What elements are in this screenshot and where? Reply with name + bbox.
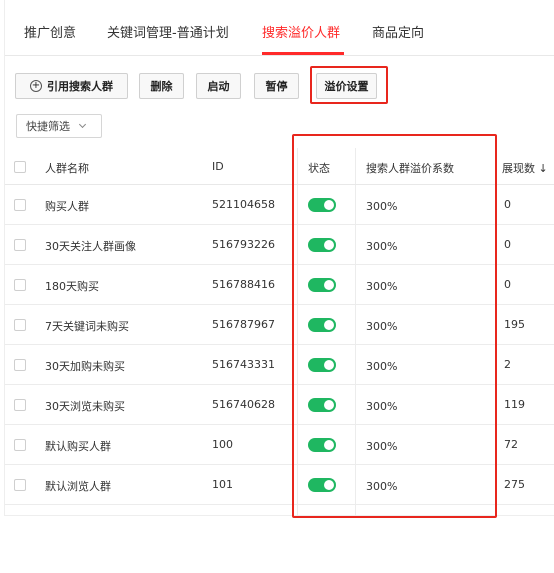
pause-button[interactable]: 暂停 [254, 73, 299, 99]
row-checkbox[interactable] [14, 439, 26, 451]
impressions-count: 0 [504, 278, 511, 291]
impressions-count: 195 [504, 318, 525, 331]
select-all-checkbox[interactable] [14, 161, 26, 173]
impressions-count: 72 [504, 438, 518, 451]
header-crowd-name: 人群名称 [45, 162, 89, 175]
crowd-name: 180天购买 [45, 280, 99, 293]
chevron-down-icon [78, 120, 87, 129]
plus-circle-icon: + [30, 80, 42, 92]
tab-creative[interactable]: 推广创意 [24, 22, 76, 41]
crowd-name: 30天关注人群画像 [45, 240, 136, 253]
crowd-id: 101 [212, 478, 233, 491]
tab-search-premium-crowd[interactable]: 搜索溢价人群 [262, 22, 340, 41]
row-checkbox[interactable] [14, 359, 26, 371]
add-search-crowd-label: 引用搜索人群 [47, 80, 113, 93]
crowd-name: 30天浏览未购买 [45, 400, 125, 413]
active-tab-indicator [262, 52, 344, 55]
crowd-id: 516793226 [212, 238, 275, 251]
crowd-id: 100 [212, 438, 233, 451]
crowd-name: 默认购买人群 [45, 440, 111, 453]
row-checkbox[interactable] [14, 279, 26, 291]
crowd-id: 516787967 [212, 318, 275, 331]
impressions-count: 275 [504, 478, 525, 491]
row-checkbox[interactable] [14, 319, 26, 331]
quick-filter-dropdown[interactable]: 快捷筛选 [16, 114, 102, 138]
crowd-name: 购买人群 [45, 200, 89, 213]
status-premium-highlight [292, 134, 497, 518]
impressions-count: 0 [504, 198, 511, 211]
crowd-id: 516788416 [212, 278, 275, 291]
impressions-count: 119 [504, 398, 525, 411]
row-checkbox[interactable] [14, 479, 26, 491]
crowd-name: 7天关键词未购买 [45, 320, 129, 333]
crowd-id: 516740628 [212, 398, 275, 411]
row-checkbox[interactable] [14, 399, 26, 411]
crowd-name: 30天加购未购买 [45, 360, 125, 373]
crowd-id: 516743331 [212, 358, 275, 371]
crowd-name: 默认浏览人群 [45, 480, 111, 493]
impressions-count: 0 [504, 238, 511, 251]
crowd-id: 521104658 [212, 198, 275, 211]
start-button[interactable]: 启动 [196, 73, 241, 99]
row-checkbox[interactable] [14, 239, 26, 251]
impressions-count: 2 [504, 358, 511, 371]
premium-settings-highlight [310, 66, 388, 104]
add-search-crowd-button[interactable]: + 引用搜索人群 [15, 73, 128, 99]
tab-keyword-management[interactable]: 关键词管理-普通计划 [107, 22, 229, 41]
tab-product-targeting[interactable]: 商品定向 [372, 22, 424, 41]
header-impressions-sortable[interactable]: 展现数 ↓ [502, 160, 548, 176]
header-id: ID [212, 160, 224, 173]
quick-filter-label: 快捷筛选 [26, 120, 70, 133]
tab-bar: 推广创意 关键词管理-普通计划 搜索溢价人群 商品定向 [5, 0, 554, 56]
delete-button[interactable]: 删除 [139, 73, 184, 99]
row-checkbox[interactable] [14, 199, 26, 211]
